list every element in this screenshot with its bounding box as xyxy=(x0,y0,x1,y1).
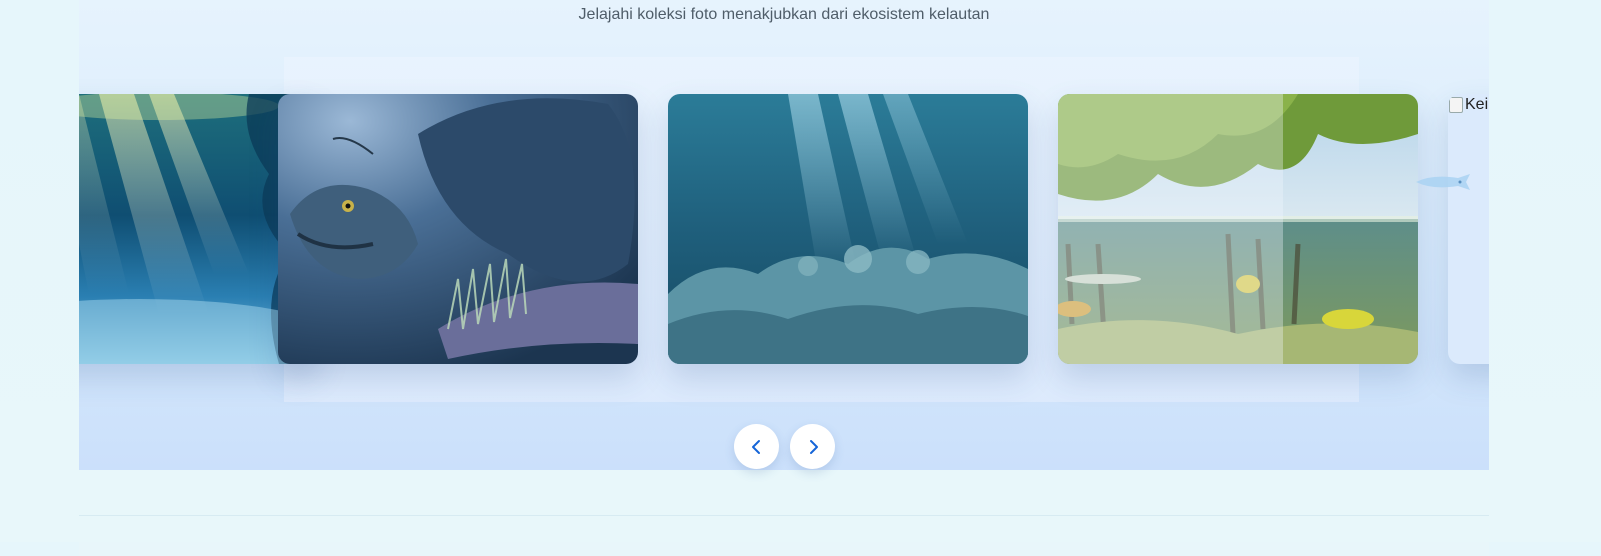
gallery-image-broken[interactable]: Keir xyxy=(1448,94,1489,364)
gallery-section: Jelajahi koleksi foto menakjubkan dari e… xyxy=(79,0,1489,470)
carousel-track: Keir xyxy=(79,0,1489,470)
chevron-left-icon xyxy=(751,439,760,454)
broken-image-placeholder: Keir xyxy=(1448,94,1489,114)
chevron-right-icon xyxy=(809,439,818,454)
fish-decoration-icon xyxy=(1416,174,1470,190)
next-section-container xyxy=(79,515,1489,556)
broken-image-alt: Keir xyxy=(1465,96,1489,113)
gallery-image-anglerfish[interactable] xyxy=(278,94,638,364)
gallery-image-coral-reef[interactable] xyxy=(668,94,1028,364)
gallery-image-mangrove[interactable] xyxy=(1058,94,1418,364)
carousel-next-button[interactable] xyxy=(790,424,835,469)
card-overlay xyxy=(1058,94,1283,364)
broken-image-icon xyxy=(1449,97,1463,113)
carousel-prev-button[interactable] xyxy=(734,424,779,469)
